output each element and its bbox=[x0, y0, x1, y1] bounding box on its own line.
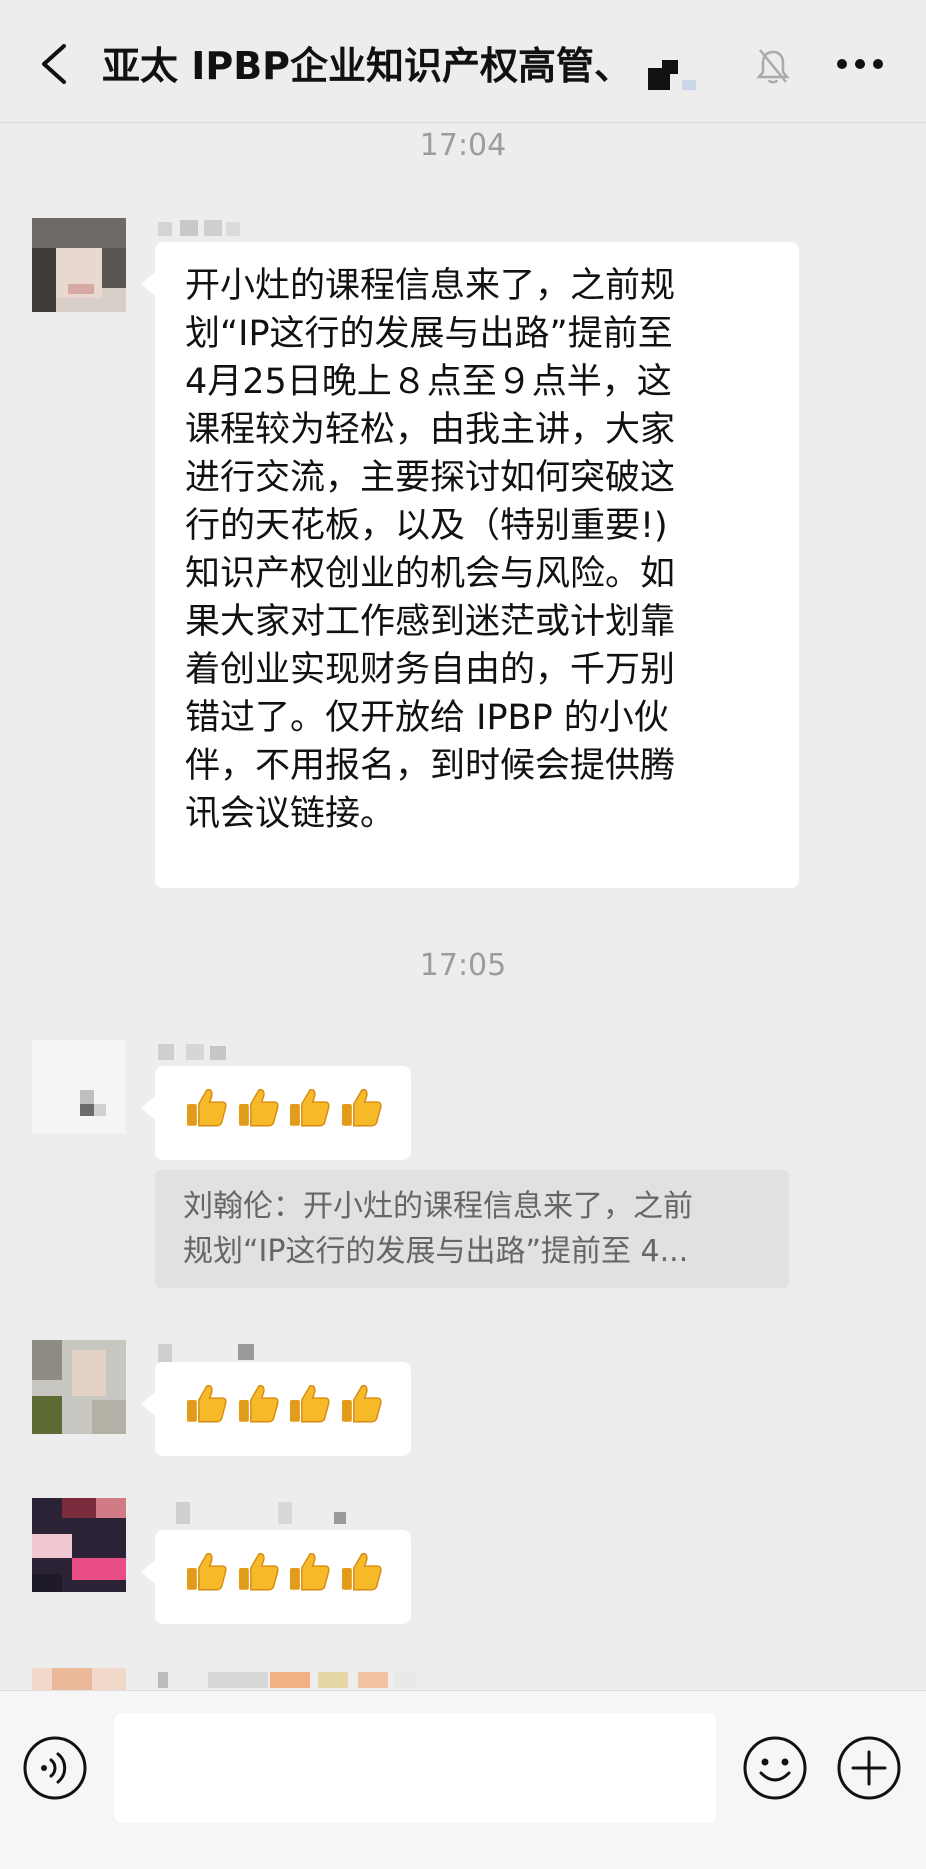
thumbs-up-icon bbox=[289, 1384, 330, 1423]
sender-name-redacted bbox=[176, 1502, 346, 1524]
pixelated-title-icon bbox=[648, 60, 696, 90]
quoted-message[interactable]: 刘翰伦：开小灶的课程信息来了，之前 规划“IP这行的发展与出路”提前至 4... bbox=[155, 1170, 789, 1288]
message-line: 错过了。仅开放给 IPBP 的小伙 bbox=[185, 698, 669, 738]
thumbs-up-emojis bbox=[155, 1530, 411, 1612]
sender-name-redacted bbox=[158, 220, 240, 236]
sender-name-redacted bbox=[158, 1672, 416, 1688]
message-line: 课程较为轻松，由我主讲，大家 bbox=[185, 410, 676, 450]
thumbs-up-icon bbox=[186, 1384, 227, 1423]
avatar[interactable] bbox=[32, 1498, 126, 1592]
back-icon[interactable] bbox=[36, 42, 72, 86]
avatar-partial bbox=[32, 1668, 126, 1690]
emoji-message-bubble[interactable] bbox=[141, 1066, 411, 1160]
avatar[interactable] bbox=[32, 1040, 126, 1134]
message-line: 开小灶的课程信息来了，之前规 bbox=[185, 266, 676, 306]
thumbs-up-icon bbox=[238, 1088, 279, 1127]
thumbs-up-icon bbox=[289, 1552, 330, 1591]
thumbs-up-icon bbox=[186, 1088, 227, 1127]
message-input-bar bbox=[0, 1690, 926, 1869]
message-text: 开小灶的课程信息来了，之前规 划“IP这行的发展与出路”提前至 4月25日晚上８… bbox=[155, 242, 799, 858]
emoji-message-bubble[interactable] bbox=[141, 1362, 411, 1456]
quote-line: 刘翰伦：开小灶的课程信息来了，之前 bbox=[183, 1189, 693, 1224]
thumbs-up-icon bbox=[238, 1384, 279, 1423]
plus-icon[interactable] bbox=[836, 1735, 902, 1801]
message-line: 进行交流，主要探讨如何突破这 bbox=[185, 458, 676, 498]
mute-bell-icon bbox=[756, 49, 790, 84]
message-line: 着创业实现财务自由的，千万别 bbox=[185, 650, 676, 690]
sender-name-redacted bbox=[158, 1044, 226, 1060]
message-line: 划“IP这行的发展与出路”提前至 bbox=[185, 314, 673, 354]
message-line: 4月25日晚上８点至９点半，这 bbox=[185, 362, 672, 402]
message-input[interactable] bbox=[114, 1713, 716, 1823]
timestamp: 17:04 bbox=[419, 128, 507, 163]
message-line: 果大家对工作感到迷茫或计划靠 bbox=[185, 602, 676, 642]
message-line: 讯会议链接。 bbox=[185, 794, 396, 834]
thumbs-up-emojis bbox=[155, 1362, 411, 1444]
thumbs-up-emojis bbox=[155, 1066, 411, 1148]
thumbs-up-icon bbox=[238, 1552, 279, 1591]
voice-icon[interactable] bbox=[22, 1735, 88, 1801]
thumbs-up-icon bbox=[341, 1088, 382, 1127]
quote-line: 规划“IP这行的发展与出路”提前至 4... bbox=[183, 1234, 689, 1269]
thumbs-up-icon bbox=[341, 1552, 382, 1591]
thumbs-up-icon bbox=[289, 1088, 330, 1127]
emoji-message-bubble[interactable] bbox=[141, 1530, 411, 1624]
message-line: 伴，不用报名，到时候会提供腾 bbox=[185, 746, 676, 786]
thumbs-up-icon bbox=[186, 1552, 227, 1591]
chat-header: 亚太 IPBP企业知识产权高管、 bbox=[0, 0, 926, 123]
message-line: 知识产权创业的机会与风险。如 bbox=[185, 554, 676, 594]
thumbs-up-icon bbox=[341, 1384, 382, 1423]
message-bubble[interactable]: 开小灶的课程信息来了，之前规 划“IP这行的发展与出路”提前至 4月25日晚上８… bbox=[141, 242, 799, 888]
more-options-icon[interactable] bbox=[836, 56, 884, 72]
emoji-icon[interactable] bbox=[742, 1735, 808, 1801]
timestamp: 17:05 bbox=[419, 948, 507, 983]
avatar[interactable] bbox=[32, 1340, 126, 1434]
avatar[interactable] bbox=[32, 218, 126, 312]
message-line: 行的天花板，以及（特别重要!) bbox=[185, 506, 668, 546]
chat-title[interactable]: 亚太 IPBP企业知识产权高管、 bbox=[102, 38, 642, 94]
